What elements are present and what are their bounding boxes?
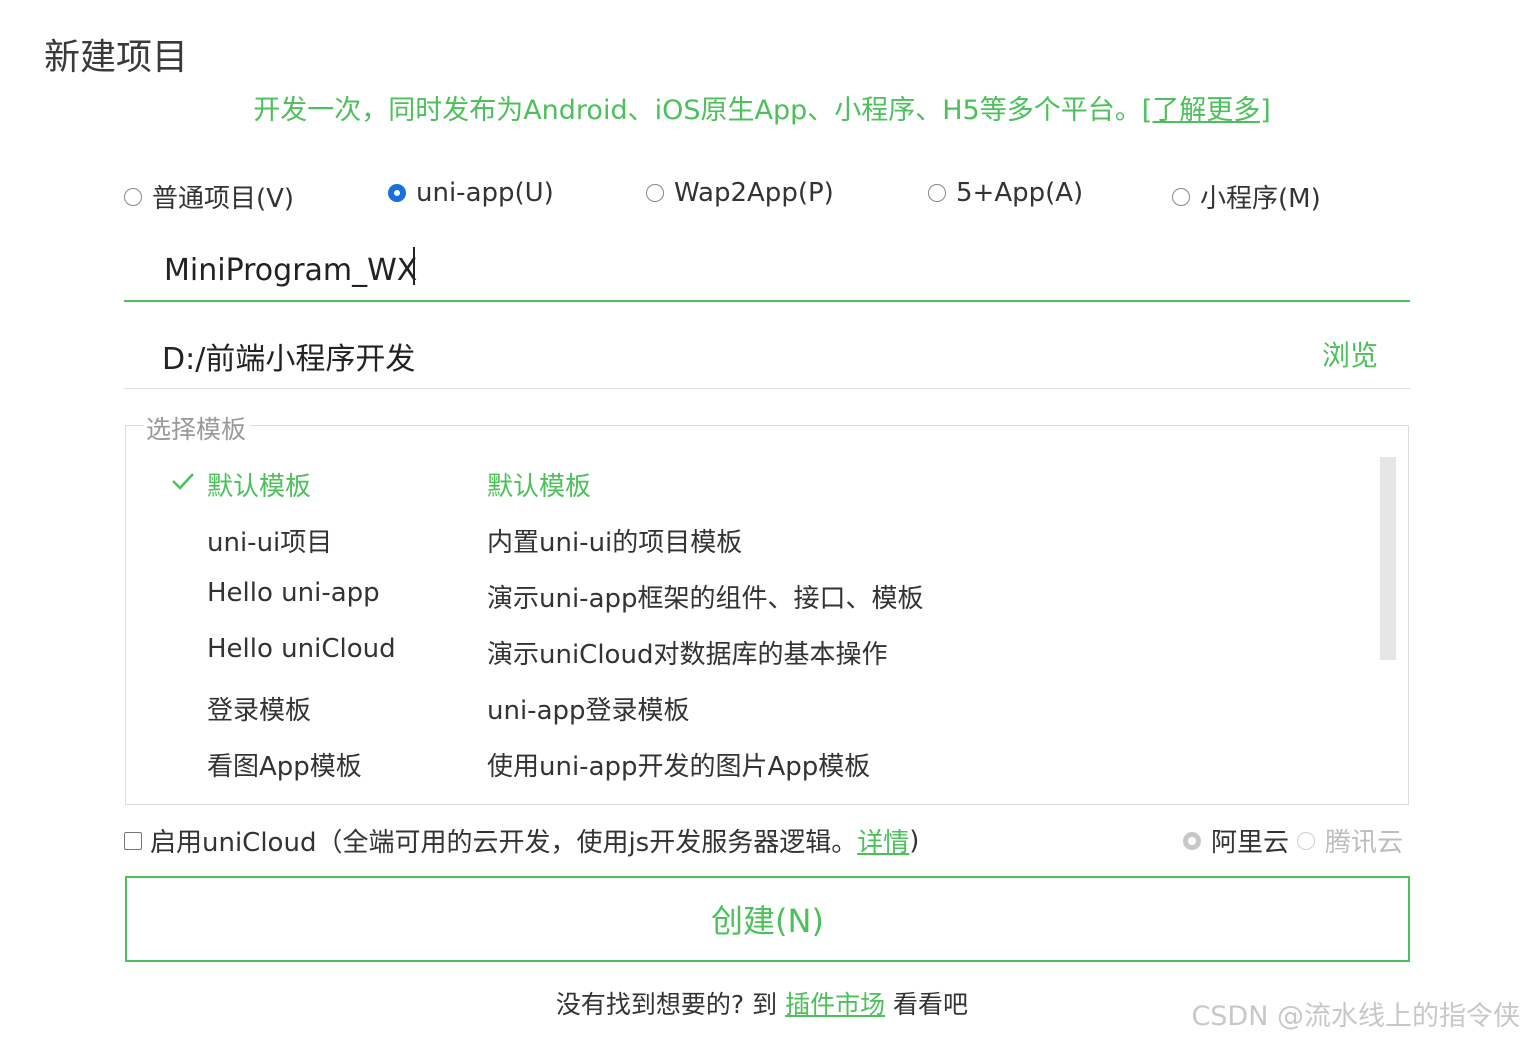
csdn-watermark: CSDN @流水线上的指令侠 xyxy=(1191,1001,1520,1032)
template-name: Hello uniCloud xyxy=(207,634,396,664)
radio-icon xyxy=(124,187,142,206)
provider-aliyun[interactable]: 阿里云 xyxy=(1183,822,1289,859)
project-type-group: 普通项目(V) uni-app(U) Wap2App(P) 5+App(A) 小… xyxy=(0,178,1524,218)
unicloud-checkbox[interactable] xyxy=(124,831,142,850)
plugin-market-link[interactable]: 插件市场 xyxy=(785,990,885,1019)
radio-icon xyxy=(928,184,946,202)
project-type-normal[interactable]: 普通项目(V) xyxy=(124,178,294,215)
dialog-subtitle: 开发一次，同时发布为Android、iOS原生App、小程序、H5等多个平台。[… xyxy=(0,88,1524,127)
radio-icon xyxy=(1172,187,1190,206)
template-desc: 演示uniCloud对数据库的基本操作 xyxy=(487,640,888,670)
subtitle-text: 开发一次，同时发布为Android、iOS原生App、小程序、H5等多个平台。 xyxy=(253,95,1142,126)
template-row-hello-uni-app[interactable]: Hello uni-app 演示uni-app框架的组件、接口、模板 xyxy=(126,572,1376,622)
radio-selected-icon xyxy=(388,184,406,202)
template-desc: 使用uni-app开发的图片App模板 xyxy=(487,752,871,782)
template-name: Hello uni-app xyxy=(207,578,380,608)
template-name: 登录模板 xyxy=(207,696,312,726)
template-desc: 默认模板 xyxy=(487,472,592,502)
template-name: 默认模板 xyxy=(207,472,312,502)
radio-icon xyxy=(646,184,664,202)
template-desc: 内置uni-ui的项目模板 xyxy=(487,528,743,558)
radio-selected-icon xyxy=(1183,831,1201,850)
template-name: uni-ui项目 xyxy=(207,528,333,558)
create-button[interactable]: 创建(N) xyxy=(125,876,1410,962)
provider-tencent[interactable]: 腾讯云 xyxy=(1297,822,1403,859)
unicloud-close-paren: ) xyxy=(909,825,920,856)
project-location-field[interactable]: D:/前端小程序开发 xyxy=(162,334,415,378)
template-desc: 演示uni-app框架的组件、接口、模板 xyxy=(487,584,924,614)
template-desc: uni-app登录模板 xyxy=(487,696,690,726)
template-list-scrollbar[interactable] xyxy=(1380,457,1396,660)
template-list-legend: 选择模板 xyxy=(144,410,251,446)
template-row-default[interactable]: 默认模板 默认模板 xyxy=(126,460,1376,510)
template-row-gallery-app[interactable]: 看图App模板 使用uni-app开发的图片App模板 xyxy=(126,740,1376,790)
project-location-row: D:/前端小程序开发 浏览 xyxy=(124,318,1410,389)
radio-icon xyxy=(1297,831,1315,850)
template-name: 看图App模板 xyxy=(207,752,362,782)
unicloud-option: 启用uniCloud（全端可用的云开发，使用js开发服务器逻辑。 详情 ) xyxy=(124,822,919,859)
project-type-uni-app[interactable]: uni-app(U) xyxy=(388,178,554,208)
project-type-5plus-app[interactable]: 5+App(A) xyxy=(928,178,1083,208)
checkmark-icon xyxy=(172,473,194,490)
learn-more-link[interactable]: [了解更多] xyxy=(1142,95,1271,126)
project-type-mini-program[interactable]: 小程序(M) xyxy=(1172,178,1321,215)
template-row-uni-ui[interactable]: uni-ui项目 内置uni-ui的项目模板 xyxy=(126,516,1376,566)
template-row-login[interactable]: 登录模板 uni-app登录模板 xyxy=(126,684,1376,734)
project-type-wap2app[interactable]: Wap2App(P) xyxy=(646,178,834,208)
template-row-hello-unicloud[interactable]: Hello uniCloud 演示uniCloud对数据库的基本操作 xyxy=(126,628,1376,678)
unicloud-label: 启用uniCloud（全端可用的云开发，使用js开发服务器逻辑。 xyxy=(150,828,858,858)
dialog-title: 新建项目 xyxy=(44,37,189,78)
text-cursor xyxy=(413,247,415,285)
browse-button[interactable]: 浏览 xyxy=(1322,334,1378,374)
unicloud-details-link[interactable]: 详情 xyxy=(857,822,909,859)
project-name-input[interactable] xyxy=(124,240,1410,302)
